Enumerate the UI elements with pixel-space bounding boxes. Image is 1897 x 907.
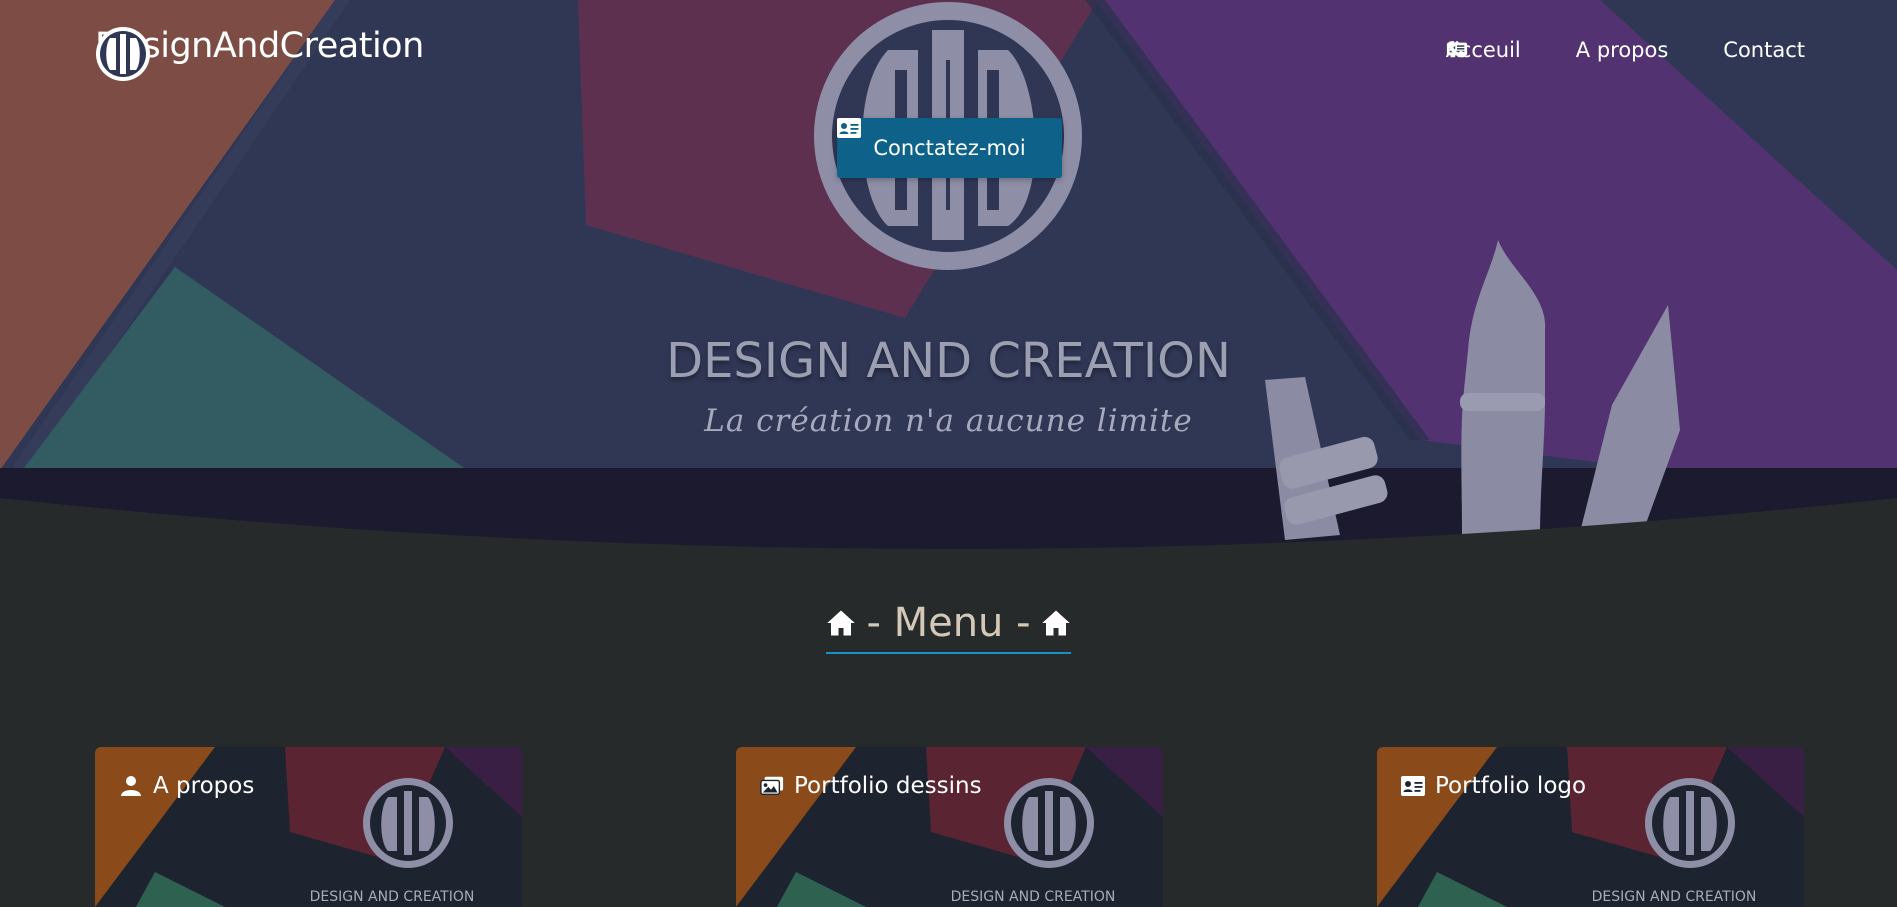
brand-logo-icon xyxy=(96,27,150,81)
card-portfolio-logo[interactable]: Portfolio logo DESIGN AND CREATION xyxy=(1377,747,1804,907)
phone-icon xyxy=(1448,40,1465,58)
card-caption-text: DESIGN AND CREATION xyxy=(309,889,475,905)
nav-link-label: A propos xyxy=(1575,38,1669,62)
card-title: Portfolio logo xyxy=(1401,773,1586,799)
nav-link-contact[interactable]: Contact xyxy=(1448,38,1805,62)
card-caption-text: DESIGN AND CREATION xyxy=(1591,889,1757,905)
brand[interactable]: DesignAndCreation xyxy=(95,26,424,81)
contact-me-button[interactable]: Conctatez-moi xyxy=(837,118,1062,178)
page: DesignAndCreation Acceuil A propos Conta… xyxy=(0,0,1897,907)
id-card-icon xyxy=(837,118,861,138)
card-title: A propos xyxy=(119,773,254,799)
card-background-illustration xyxy=(736,747,1163,907)
home-icon xyxy=(827,610,856,636)
menu-heading-text: - Menu - xyxy=(866,600,1031,646)
card-background-illustration xyxy=(1377,747,1804,907)
nav-link-label: Contact xyxy=(1723,38,1805,62)
nav-links: Acceuil A propos Contact xyxy=(1446,38,1805,62)
menu-heading-underlined: - Menu - xyxy=(826,600,1071,654)
menu-heading: - Menu - xyxy=(0,600,1897,654)
contact-me-button-label: Conctatez-moi xyxy=(873,136,1026,160)
images-icon xyxy=(760,776,784,795)
card-title-text: Portfolio logo xyxy=(1435,773,1587,799)
nav-link-a-propos[interactable]: A propos xyxy=(1446,38,1669,62)
hero-banner: DesignAndCreation Acceuil A propos Conta… xyxy=(0,0,1897,560)
card-caption: DESIGN AND CREATION xyxy=(736,889,1163,905)
id-card-icon xyxy=(1401,776,1425,796)
card-caption: DESIGN AND CREATION xyxy=(1377,889,1804,905)
navbar: DesignAndCreation Acceuil A propos Conta… xyxy=(0,0,1897,105)
hero-title: DESIGN AND CREATION xyxy=(666,333,1231,389)
card-title: Portfolio dessins xyxy=(760,773,982,799)
hero-subtitle: La création n'a aucune limite xyxy=(704,403,1193,439)
card-background-illustration xyxy=(95,747,522,907)
card-portfolio-dessins[interactable]: Portfolio dessins DESIGN AND CREATION xyxy=(736,747,1163,907)
card-title-text: A propos xyxy=(153,773,255,799)
user-icon xyxy=(121,776,141,796)
home-icon xyxy=(1041,610,1070,636)
card-title-text: Portfolio dessins xyxy=(794,773,982,799)
card-a-propos[interactable]: A propos DESIGN AND CREATION xyxy=(95,747,522,907)
card-caption: DESIGN AND CREATION xyxy=(95,889,522,905)
card-caption-text: DESIGN AND CREATION xyxy=(950,889,1116,905)
